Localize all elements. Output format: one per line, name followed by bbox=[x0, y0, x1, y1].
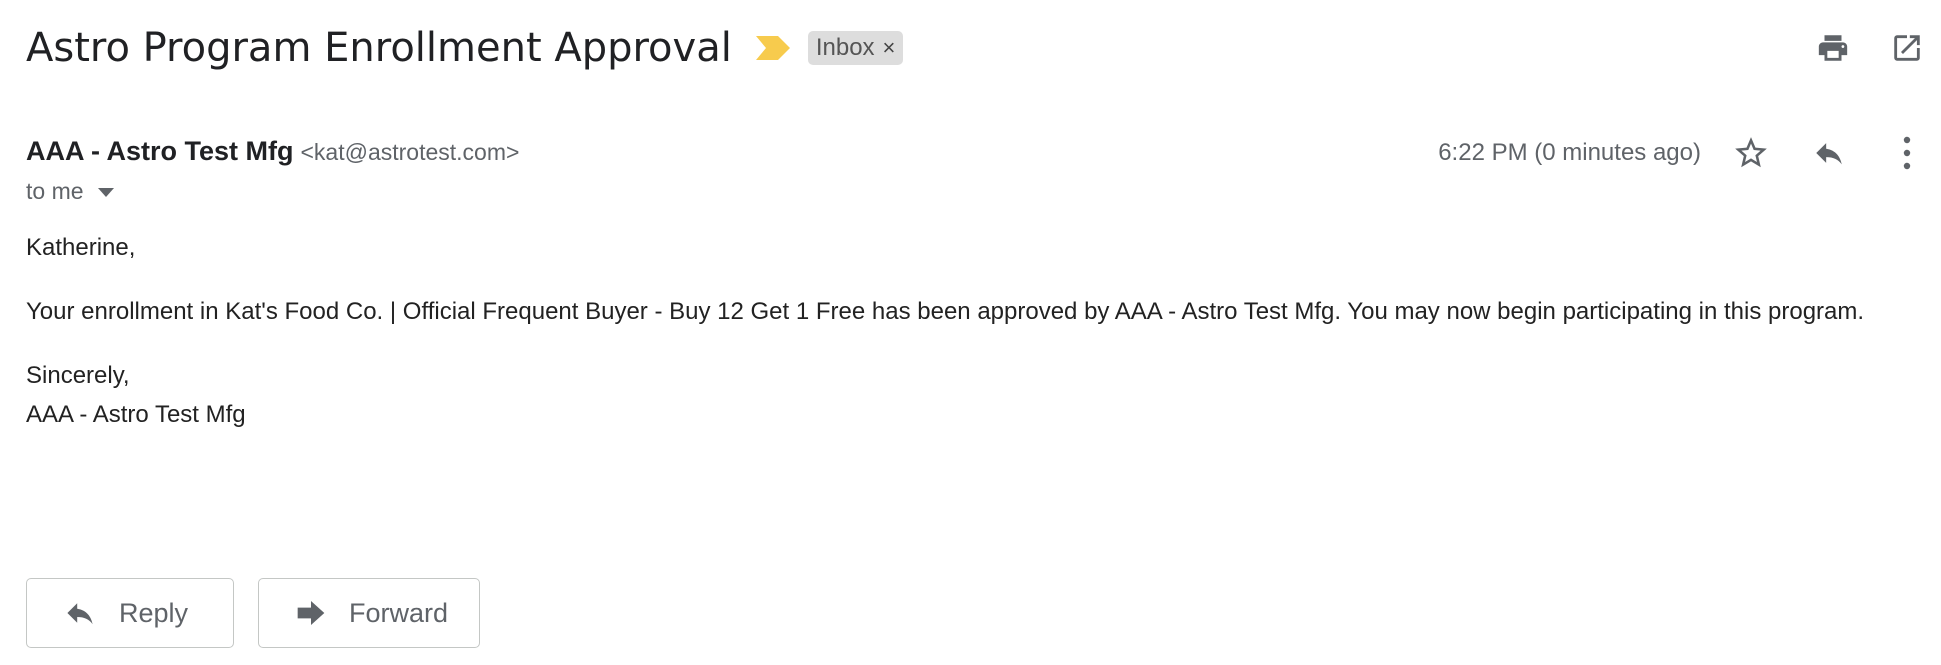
recipient-details-toggle[interactable]: to me bbox=[26, 178, 114, 205]
print-icon[interactable] bbox=[1813, 28, 1853, 68]
recipient-label: to me bbox=[26, 178, 84, 204]
closing: Sincerely, bbox=[26, 362, 130, 389]
reply-icon bbox=[63, 599, 97, 627]
greeting: Katherine, bbox=[26, 234, 136, 261]
email-subject: Astro Program Enrollment Approval bbox=[26, 25, 732, 71]
open-in-new-window-icon[interactable] bbox=[1887, 28, 1927, 68]
email-view: Astro Program Enrollment Approval Inbox … bbox=[0, 0, 1941, 665]
subject-row: Astro Program Enrollment Approval Inbox … bbox=[26, 18, 904, 78]
forward-button[interactable]: Forward bbox=[258, 578, 480, 648]
forward-icon bbox=[295, 599, 327, 627]
action-buttons: Reply Forward bbox=[26, 578, 480, 648]
remove-label-button[interactable]: × bbox=[883, 37, 896, 59]
reply-icon[interactable] bbox=[1809, 133, 1849, 173]
inbox-label-chip[interactable]: Inbox × bbox=[807, 31, 904, 65]
top-actions bbox=[1813, 28, 1927, 68]
message-body: Katherine, Your enrollment in Kat's Food… bbox=[26, 228, 1926, 459]
sender-row: AAA - Astro Test Mfg <kat@astrotest.com> bbox=[26, 136, 519, 172]
importance-marker-icon[interactable] bbox=[755, 36, 790, 60]
message-text: Your enrollment in Kat's Food Co. | Offi… bbox=[26, 298, 1865, 325]
label-name: Inbox bbox=[815, 34, 875, 61]
reply-button[interactable]: Reply bbox=[26, 578, 234, 648]
sender-name[interactable]: AAA - Astro Test Mfg bbox=[26, 136, 293, 167]
forward-label: Forward bbox=[349, 597, 449, 628]
signature: AAA - Astro Test Mfg bbox=[26, 401, 246, 428]
message-timestamp: 6:22 PM (0 minutes ago) bbox=[1438, 139, 1701, 166]
chevron-down-icon[interactable] bbox=[97, 188, 114, 197]
more-vertical-icon[interactable] bbox=[1887, 133, 1927, 173]
message-meta: 6:22 PM (0 minutes ago) bbox=[1438, 130, 1941, 176]
star-icon[interactable] bbox=[1731, 133, 1771, 173]
reply-label: Reply bbox=[119, 597, 189, 628]
sender-email: <kat@astrotest.com> bbox=[300, 139, 520, 165]
signature-block: Sincerely, AAA - Astro Test Mfg bbox=[26, 356, 1926, 434]
